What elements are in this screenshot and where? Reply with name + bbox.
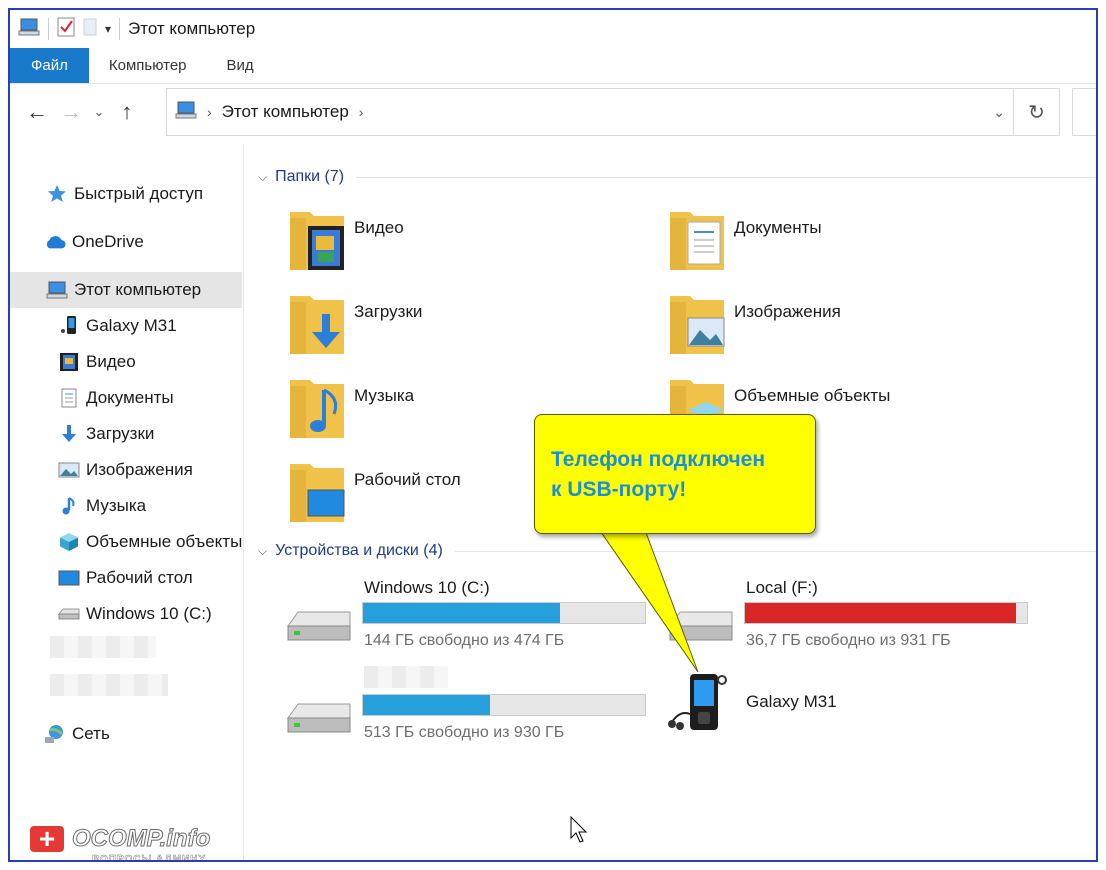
callout-pointer — [593, 522, 699, 673]
forward-arrow-icon[interactable]: → — [54, 95, 88, 129]
tab-computer[interactable]: Компьютер — [89, 48, 207, 83]
computer-icon — [175, 100, 197, 125]
mouse-cursor-icon — [570, 816, 588, 843]
tab-file[interactable]: Файл — [10, 48, 89, 83]
desktop-icon — [58, 567, 80, 589]
divider — [356, 176, 1096, 178]
quick-access-toolbar: ▾ — [18, 17, 121, 42]
folder-downloads[interactable]: Загрузки — [246, 290, 606, 360]
tab-view[interactable]: Вид — [207, 48, 274, 83]
music-icon — [58, 495, 80, 517]
separator — [119, 18, 121, 40]
documents-folder-icon — [670, 212, 724, 270]
drive-usage-fill — [363, 695, 490, 715]
drive-c[interactable]: Windows 10 (C:) 144 ГБ свободно из 474 Г… — [256, 578, 646, 658]
document-icon — [58, 387, 80, 409]
window-title: Этот компьютер — [128, 19, 256, 38]
drive-usage-bar — [362, 694, 646, 716]
sidebar-item-desktop[interactable]: Рабочий стол — [10, 560, 242, 596]
drive-hidden[interactable]: 513 ГБ свободно из 930 ГБ — [256, 666, 646, 750]
cloud-icon — [44, 231, 66, 253]
up-arrow-icon[interactable]: ↑ — [110, 95, 144, 129]
computer-icon — [46, 279, 68, 301]
downloads-folder-icon — [290, 296, 344, 354]
video-folder-icon — [290, 212, 344, 270]
image-icon — [58, 459, 80, 481]
recent-locations-chevron-icon[interactable]: ⌄ — [88, 95, 110, 129]
group-header-folders[interactable]: ⌵ Папки (7) — [258, 168, 1096, 186]
blurred-drive-label — [364, 666, 448, 688]
drive-usage-fill — [745, 603, 1016, 623]
sidebar-item-3d-objects[interactable]: Объемные объекты — [10, 524, 242, 560]
breadcrumb[interactable]: Этот компьютер — [222, 102, 349, 122]
computer-icon[interactable] — [18, 17, 40, 42]
properties-icon[interactable] — [57, 17, 75, 42]
callout-box: Телефон подключен к USB-порту! — [534, 414, 816, 534]
divider — [454, 550, 1096, 552]
video-icon — [58, 351, 80, 373]
cube-icon — [58, 531, 80, 553]
sidebar-item-music[interactable]: Музыка — [10, 488, 242, 524]
folder-video[interactable]: Видео — [246, 206, 606, 276]
star-icon — [46, 183, 68, 205]
title-bar: ▾ Этот компьютер — [10, 10, 1096, 48]
sidebar-item-network[interactable]: Сеть — [10, 716, 242, 752]
sidebar-item-downloads[interactable]: Загрузки — [10, 416, 242, 452]
drive-icon — [287, 703, 351, 733]
drive-icon — [287, 611, 351, 641]
collapse-chevron-icon[interactable]: ⌵ — [258, 170, 267, 185]
pictures-folder-icon — [670, 296, 725, 354]
watermark-logo: + OCOMP.info ВОПРОСЫ АДМИНУ — [28, 823, 211, 860]
ribbon-tabs: Файл Компьютер Вид — [10, 48, 1096, 84]
blurred-sidebar-item — [50, 636, 156, 658]
folder-pictures[interactable]: Изображения — [626, 290, 986, 360]
customize-dropdown-icon[interactable]: ▾ — [105, 22, 111, 36]
refresh-button[interactable]: ↻ — [1014, 88, 1060, 136]
desktop-folder-icon — [290, 464, 345, 522]
sidebar-item-this-pc[interactable]: Этот компьютер — [10, 272, 242, 308]
network-icon — [44, 723, 66, 745]
sidebar-item-galaxy[interactable]: Galaxy M31 — [10, 308, 242, 344]
navigation-pane: Быстрый доступ OneDrive Этот компьютер G… — [10, 144, 244, 860]
drive-usage-bar — [744, 602, 1028, 624]
separator — [48, 18, 49, 40]
sidebar-item-quick-access[interactable]: Быстрый доступ — [10, 176, 242, 212]
sidebar-item-onedrive[interactable]: OneDrive — [10, 224, 242, 260]
address-dropdown-icon[interactable]: ⌄ — [993, 104, 1005, 121]
drive-icon — [58, 603, 80, 625]
sidebar-item-pictures[interactable]: Изображения — [10, 452, 242, 488]
navigation-bar: ← → ⌄ ↑ › Этот компьютер › ⌄ ↻ — [10, 88, 1096, 140]
sidebar-item-documents[interactable]: Документы — [10, 380, 242, 416]
download-icon — [58, 423, 80, 445]
sidebar-item-video[interactable]: Видео — [10, 344, 242, 380]
breadcrumb-chevron-icon[interactable]: › — [359, 104, 364, 120]
drive-usage-fill — [363, 603, 561, 623]
address-bar[interactable]: › Этот компьютер › ⌄ — [166, 88, 1014, 136]
blurred-sidebar-item — [50, 674, 168, 696]
breadcrumb-chevron-icon[interactable]: › — [207, 104, 212, 120]
folder-documents[interactable]: Документы — [626, 206, 986, 276]
device-galaxy-m31[interactable]: Galaxy M31 — [638, 670, 1008, 750]
back-arrow-icon[interactable]: ← — [20, 95, 54, 129]
plus-icon: + — [28, 823, 66, 854]
search-input[interactable] — [1072, 88, 1096, 136]
phone-icon — [58, 315, 80, 337]
sidebar-item-drive-c[interactable]: Windows 10 (C:) — [10, 596, 242, 632]
explorer-window: ▾ Этот компьютер Файл Компьютер Вид ← → … — [8, 8, 1098, 862]
music-folder-icon — [290, 380, 344, 438]
collapse-chevron-icon[interactable]: ⌵ — [258, 544, 267, 559]
new-folder-icon[interactable] — [83, 17, 97, 42]
